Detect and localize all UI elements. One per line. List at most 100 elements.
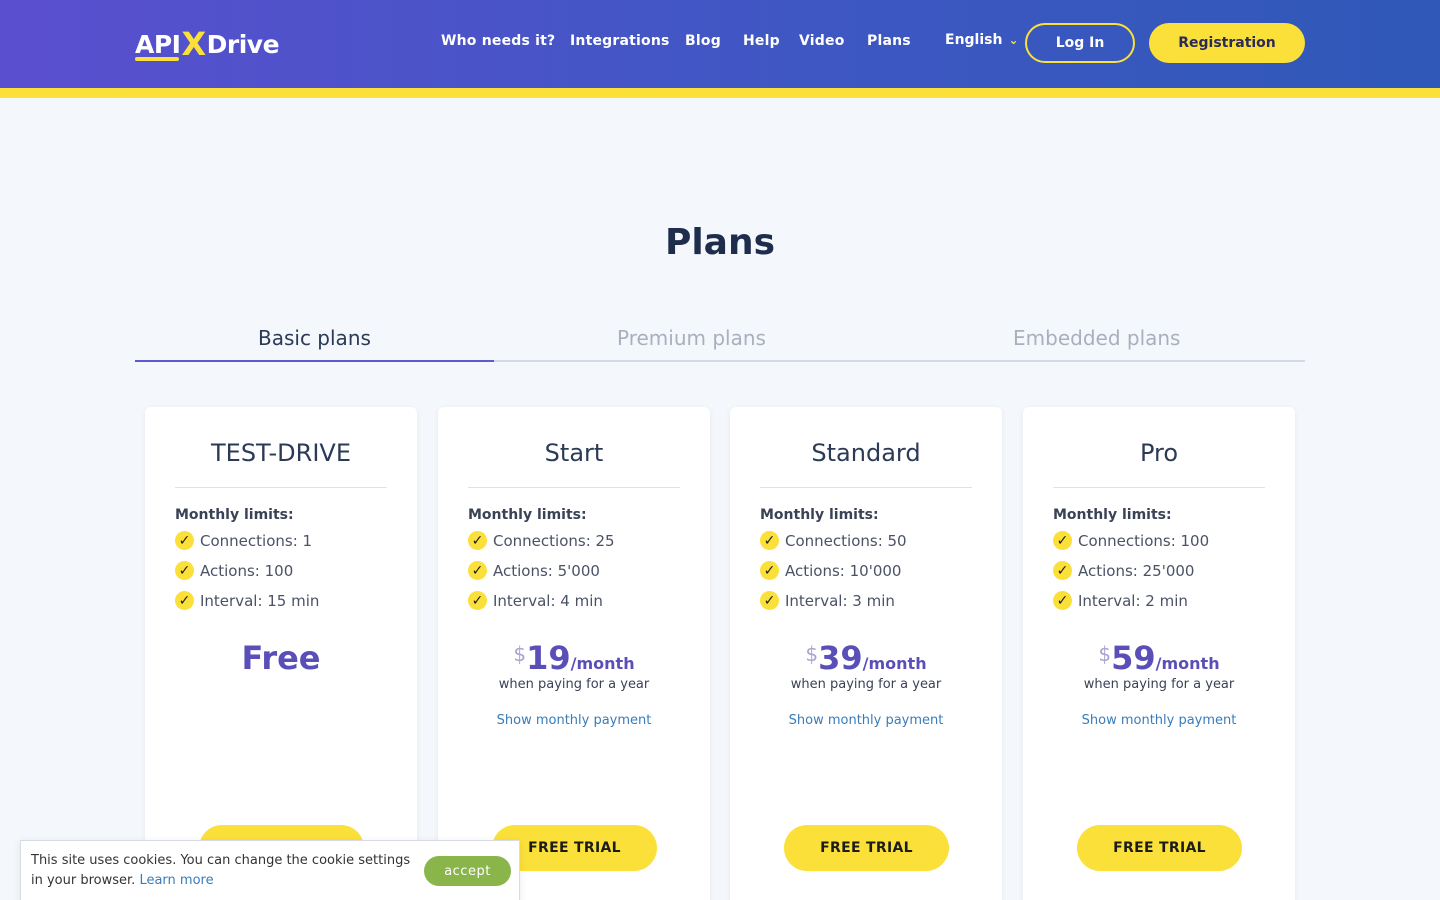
- limit-text: Interval: 4 min: [493, 591, 603, 610]
- language-selector[interactable]: English ⌄: [945, 32, 1019, 48]
- card-divider: [175, 487, 387, 488]
- show-monthly-payment-link[interactable]: Show monthly payment: [730, 713, 1002, 728]
- nav-video[interactable]: Video: [799, 33, 845, 49]
- plan-name: Pro: [1139, 439, 1179, 467]
- currency-symbol: $: [513, 642, 527, 666]
- card-divider: [1053, 487, 1265, 488]
- limit-text: Connections: 1: [200, 531, 313, 550]
- currency-symbol: $: [805, 642, 819, 666]
- header-accent-stripe: [0, 88, 1440, 98]
- free-trial-button[interactable]: FREE TRIAL: [1077, 825, 1242, 871]
- language-label: English: [945, 32, 1003, 48]
- plan-card-test-drive: TEST-DRIVE Monthly limits: ✓ Connections:…: [145, 407, 417, 900]
- price-amount: 59: [1111, 639, 1156, 677]
- nav-integrations[interactable]: Integrations: [570, 33, 670, 49]
- limit-item: ✓ Interval: 3 min: [760, 591, 895, 610]
- tab-embedded-plans[interactable]: Embedded plans: [1013, 326, 1180, 350]
- registration-button[interactable]: Registration: [1149, 23, 1305, 63]
- limit-text: Actions: 5'000: [493, 561, 600, 580]
- limit-text: Interval: 3 min: [785, 591, 895, 610]
- limit-text: Actions: 10'000: [785, 561, 902, 580]
- card-divider: [760, 487, 972, 488]
- limit-item: ✓ Actions: 25'000: [1053, 561, 1194, 580]
- price-period: /month: [570, 654, 635, 673]
- limits-title: Monthly limits:: [760, 507, 879, 523]
- limit-text: Connections: 50: [785, 531, 907, 550]
- check-icon: ✓: [760, 531, 779, 550]
- login-button[interactable]: Log In: [1025, 23, 1135, 63]
- yearly-note: when paying for a year: [498, 677, 650, 692]
- limit-item: ✓ Connections: 100: [1053, 531, 1209, 550]
- plan-price: $19/month: [438, 639, 710, 677]
- yearly-note: when paying for a year: [790, 677, 942, 692]
- tab-basic-plans[interactable]: Basic plans: [258, 326, 371, 350]
- check-icon: ✓: [175, 591, 194, 610]
- yearly-note: when paying for a year: [1083, 677, 1235, 692]
- limit-item: ✓ Interval: 2 min: [1053, 591, 1188, 610]
- accept-cookies-button[interactable]: accept: [424, 856, 511, 886]
- plan-card-standard: Standard Monthly limits: ✓ Connections: 5…: [730, 407, 1002, 900]
- cookie-text: This site uses cookies. You can change t…: [31, 851, 411, 891]
- show-monthly-payment-link[interactable]: Show monthly payment: [1023, 713, 1295, 728]
- tab-premium-plans[interactable]: Premium plans: [617, 326, 766, 350]
- cookie-notice: This site uses cookies. You can change t…: [20, 840, 520, 900]
- price-free: Free: [241, 639, 321, 677]
- nav-blog[interactable]: Blog: [685, 33, 721, 49]
- limits-title: Monthly limits:: [1053, 507, 1172, 523]
- limits-title: Monthly limits:: [175, 507, 294, 523]
- check-icon: ✓: [175, 561, 194, 580]
- limit-item: ✓ Actions: 10'000: [760, 561, 901, 580]
- check-icon: ✓: [468, 591, 487, 610]
- price-period: /month: [1155, 654, 1220, 673]
- learn-more-link[interactable]: Learn more: [139, 873, 213, 888]
- plan-price: $59/month: [1023, 639, 1295, 677]
- limit-text: Actions: 25'000: [1078, 561, 1195, 580]
- limits-title: Monthly limits:: [468, 507, 587, 523]
- card-divider: [468, 487, 680, 488]
- plan-price: $39/month: [730, 639, 1002, 677]
- check-icon: ✓: [468, 531, 487, 550]
- check-icon: ✓: [760, 591, 779, 610]
- price-period: /month: [862, 654, 927, 673]
- nav-who-needs-it[interactable]: Who needs it?: [441, 33, 555, 49]
- limit-item: ✓ Connections: 1: [175, 531, 312, 550]
- price-amount: 39: [818, 639, 863, 677]
- limit-item: ✓ Interval: 4 min: [468, 591, 603, 610]
- tab-active-indicator: [135, 360, 494, 362]
- check-icon: ✓: [468, 561, 487, 580]
- free-trial-button[interactable]: FREE TRIAL: [784, 825, 949, 871]
- apixdrive-logo[interactable]: API X Drive: [135, 25, 280, 63]
- plan-card-start: Start Monthly limits: ✓ Connections: 25 ✓…: [438, 407, 710, 900]
- limit-text: Interval: 15 min: [200, 591, 320, 610]
- logo-text-x: X: [181, 25, 206, 63]
- plan-tabs: Basic plans Premium plans Embedded plans: [135, 322, 1305, 362]
- limit-item: ✓ Connections: 50: [760, 531, 907, 550]
- check-icon: ✓: [1053, 531, 1072, 550]
- check-icon: ✓: [1053, 561, 1072, 580]
- check-icon: ✓: [1053, 591, 1072, 610]
- logo-text-api: API: [135, 29, 181, 59]
- limit-item: ✓ Actions: 5'000: [468, 561, 600, 580]
- show-monthly-payment-link[interactable]: Show monthly payment: [438, 713, 710, 728]
- price-amount: 19: [526, 639, 571, 677]
- limit-item: ✓ Interval: 15 min: [175, 591, 319, 610]
- chevron-down-icon: ⌄: [1008, 33, 1019, 47]
- limit-text: Interval: 2 min: [1078, 591, 1188, 610]
- nav-plans[interactable]: Plans: [867, 33, 911, 49]
- page-title: Plans: [664, 222, 776, 263]
- limit-item: ✓ Connections: 25: [468, 531, 615, 550]
- limit-text: Connections: 25: [493, 531, 615, 550]
- check-icon: ✓: [760, 561, 779, 580]
- site-header: API X Drive Who needs it? Integrations Blo…: [0, 0, 1440, 88]
- check-icon: ✓: [175, 531, 194, 550]
- plan-name: Standard: [811, 439, 921, 467]
- limit-item: ✓ Actions: 100: [175, 561, 293, 580]
- plan-card-pro: Pro Monthly limits: ✓ Connections: 100 ✓ A…: [1023, 407, 1295, 900]
- logo-text-drive: Drive: [206, 29, 280, 59]
- currency-symbol: $: [1098, 642, 1112, 666]
- nav-help[interactable]: Help: [743, 33, 780, 49]
- logo-underline: [135, 57, 179, 61]
- plan-name: TEST-DRIVE: [211, 439, 351, 467]
- plan-name: Start: [544, 439, 604, 467]
- cookie-message: This site uses cookies. You can change t…: [31, 853, 411, 888]
